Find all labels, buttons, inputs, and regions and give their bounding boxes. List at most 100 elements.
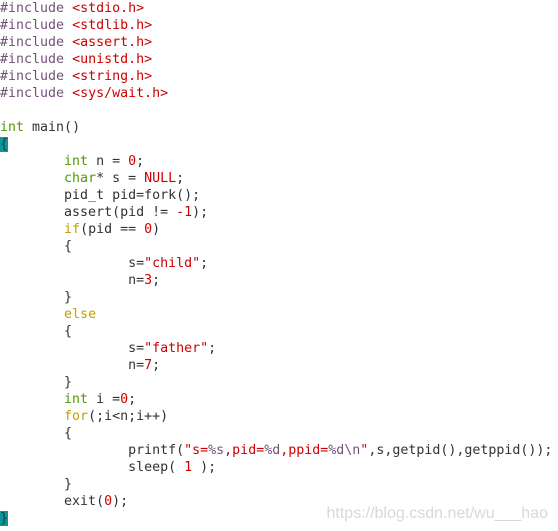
code-token: ; — [136, 154, 145, 169]
code-token: "child" — [144, 256, 201, 271]
code-token: main() — [24, 120, 81, 135]
code-line: } — [0, 374, 552, 391]
code-line: assert(pid != -1); — [0, 204, 552, 221]
code-token: { — [0, 324, 73, 339]
code-token: #include — [0, 86, 73, 101]
code-token: "s= — [184, 443, 209, 458]
code-token: ; — [200, 256, 209, 271]
code-token: #include — [0, 69, 73, 84]
code-token: { — [0, 137, 9, 152]
code-line: { — [0, 323, 552, 340]
code-line: #include <unistd.h> — [0, 51, 552, 68]
code-token: ; — [128, 392, 137, 407]
code-line: #include <assert.h> — [0, 34, 552, 51]
code-line: int i =0; — [0, 391, 552, 408]
code-token: ; — [208, 341, 217, 356]
code-token: #include — [0, 1, 73, 16]
code-token: #include — [0, 35, 73, 50]
code-token: #include — [0, 52, 73, 67]
code-token: } — [0, 511, 9, 526]
code-token: 1 — [184, 460, 193, 475]
code-line: printf("s=%s,pid=%d,ppid=%d\n",s,getpid(… — [0, 442, 552, 459]
code-line: int n = 0; — [0, 153, 552, 170]
code-token: <string.h> — [72, 69, 153, 84]
code-token: for — [64, 409, 89, 424]
code-token: 0 — [120, 392, 129, 407]
code-line: for(;i<n;i++) — [0, 408, 552, 425]
code-token: n= — [0, 273, 145, 288]
code-line: #include <stdio.h> — [0, 0, 552, 17]
code-token: char — [64, 171, 97, 186]
code-token: ; — [152, 273, 161, 288]
code-token: n = — [88, 154, 129, 169]
code-token: ; — [176, 171, 185, 186]
code-token: -1 — [176, 205, 193, 220]
code-token: int — [0, 120, 25, 135]
code-token: %d\n — [328, 443, 361, 458]
code-token: else — [64, 307, 97, 322]
code-token: (pid == — [80, 222, 145, 237]
code-line: #include <stdlib.h> — [0, 17, 552, 34]
code-token: ); — [192, 460, 217, 475]
code-token: pid_t pid=fork(); — [0, 188, 201, 203]
code-editor[interactable]: #include <stdio.h> #include <stdlib.h> #in… — [0, 0, 552, 527]
code-token: if — [64, 222, 81, 237]
code-token: assert(pid != — [0, 205, 177, 220]
code-token: { — [0, 239, 73, 254]
code-token: %s — [208, 443, 225, 458]
code-line: #include <string.h> — [0, 68, 552, 85]
code-token: <assert.h> — [72, 35, 153, 50]
code-token: 0 — [128, 154, 137, 169]
code-token: 0 — [104, 494, 113, 509]
code-line: n=7; — [0, 357, 552, 374]
code-token: s= — [0, 341, 145, 356]
code-token: ) — [152, 222, 161, 237]
code-token: ,ppid= — [280, 443, 329, 458]
code-token: printf( — [0, 443, 185, 458]
code-line: s="father"; — [0, 340, 552, 357]
code-token: int — [64, 392, 89, 407]
code-line: { — [0, 425, 552, 442]
code-token: ); — [192, 205, 209, 220]
code-line: { — [0, 136, 552, 153]
code-token: <stdlib.h> — [72, 18, 153, 33]
code-token: exit( — [0, 494, 105, 509]
code-line: { — [0, 238, 552, 255]
code-token: "father" — [144, 341, 209, 356]
code-token: } — [0, 477, 73, 492]
code-token: ,s,getpid(),getppid()); — [368, 443, 553, 458]
code-token: int — [64, 154, 89, 169]
code-token: ); — [112, 494, 129, 509]
code-line: sleep( 1 ); — [0, 459, 552, 476]
code-token: #include — [0, 18, 73, 33]
code-token: sleep( — [0, 460, 185, 475]
code-token: } — [0, 290, 73, 305]
code-token: <stdio.h> — [72, 1, 145, 16]
code-token: <sys/wait.h> — [72, 86, 169, 101]
code-token: ; — [152, 358, 161, 373]
code-token: 0 — [144, 222, 153, 237]
code-line: n=3; — [0, 272, 552, 289]
code-line: s="child"; — [0, 255, 552, 272]
code-line: } — [0, 289, 552, 306]
code-token: NULL — [144, 171, 177, 186]
code-line: char* s = NULL; — [0, 170, 552, 187]
code-token: } — [0, 375, 73, 390]
code-line: else — [0, 306, 552, 323]
code-line: pid_t pid=fork(); — [0, 187, 552, 204]
code-line: if(pid == 0) — [0, 221, 552, 238]
code-token: ,pid= — [224, 443, 265, 458]
code-line: int main() — [0, 119, 552, 136]
code-token: n= — [0, 358, 145, 373]
code-token: { — [0, 426, 73, 441]
code-token: i = — [88, 392, 121, 407]
code-token: <unistd.h> — [72, 52, 153, 67]
code-line: #include <sys/wait.h> — [0, 85, 552, 102]
